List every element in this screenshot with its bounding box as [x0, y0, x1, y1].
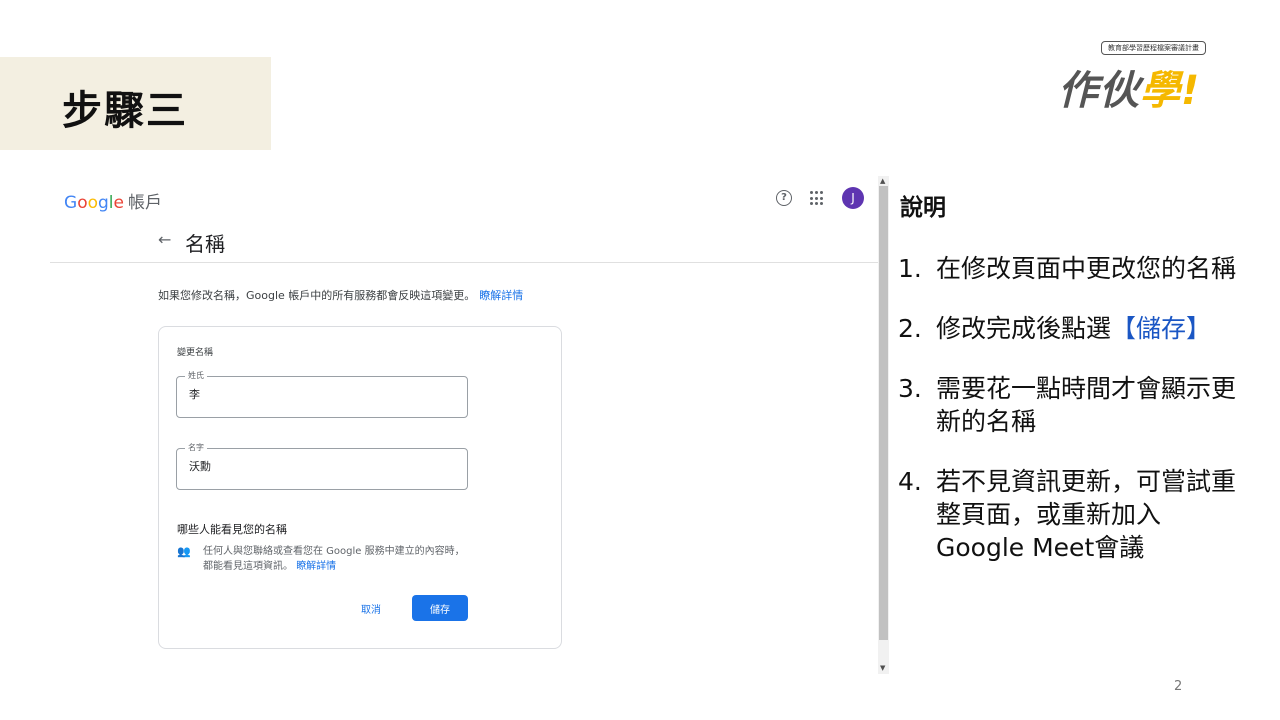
visibility-learn-more-link[interactable]: 瞭解詳情: [296, 561, 336, 572]
change-name-card: 變更名稱 姓氏 名字 哪些人能看見您的名稱 👥 任何人與您聯絡或查看您在 Goo…: [158, 326, 562, 649]
visibility-description: 任何人與您聯絡或查看您在 Google 服務中建立的內容時，都能看見這項資訊。 …: [203, 546, 465, 572]
apps-grid-icon[interactable]: [810, 191, 825, 206]
header-divider: [50, 262, 878, 263]
page-title: 名稱: [185, 232, 225, 256]
avatar[interactable]: J: [842, 187, 864, 209]
first-name-label: 名字: [185, 442, 207, 453]
brand-logo: 作伙學!: [1058, 68, 1201, 114]
notes-title: 說明: [900, 195, 946, 221]
scroll-down-icon[interactable]: ▼: [880, 664, 885, 672]
page-number: 2: [1174, 679, 1183, 694]
step-title: 步驟三: [62, 88, 188, 134]
cancel-button[interactable]: 取消: [351, 595, 391, 621]
learn-more-link[interactable]: 瞭解詳情: [479, 289, 523, 302]
first-name-field[interactable]: 名字: [176, 442, 468, 490]
last-name-field[interactable]: 姓氏: [176, 370, 468, 418]
scroll-thumb[interactable]: [879, 186, 888, 640]
last-name-label: 姓氏: [185, 370, 207, 381]
save-button[interactable]: 儲存: [412, 595, 468, 621]
help-icon[interactable]: ?: [776, 190, 792, 206]
instruction-item: 1. 在修改頁面中更改您的名稱: [898, 254, 1237, 283]
instruction-item: 4. 若不見資訊更新，可嘗試重整頁面，或重新加入Google Meet會議: [898, 467, 1237, 562]
instruction-item: 2. 修改完成後點選【儲存】: [898, 314, 1212, 343]
back-arrow-icon[interactable]: ←: [158, 230, 171, 249]
scrollbar[interactable]: ▲ ▼: [878, 176, 889, 674]
last-name-input[interactable]: [187, 386, 451, 401]
instruction-list: 1. 在修改頁面中更改您的名稱 2. 修改完成後點選【儲存】 3. 需要花一點時間才會…: [898, 252, 1248, 591]
logo-tagline: 教育部學習歷程檔案審議計畫: [1101, 41, 1206, 55]
google-account-screenshot: Google 帳戶 ? J ← 名稱 如果您修改名稱，Google 帳戶中的所有服…: [50, 176, 878, 674]
first-name-input[interactable]: [187, 458, 451, 473]
google-account-logo[interactable]: Google 帳戶: [64, 188, 162, 213]
people-icon: 👥: [177, 545, 191, 558]
card-title: 變更名稱: [177, 348, 214, 358]
info-text: 如果您修改名稱，Google 帳戶中的所有服務都會反映這項變更。 瞭解詳情: [158, 289, 524, 302]
visibility-title: 哪些人能看見您的名稱: [177, 523, 287, 536]
instruction-item: 3. 需要花一點時間才會顯示更新的名稱: [898, 374, 1237, 436]
scroll-up-icon[interactable]: ▲: [880, 177, 885, 185]
